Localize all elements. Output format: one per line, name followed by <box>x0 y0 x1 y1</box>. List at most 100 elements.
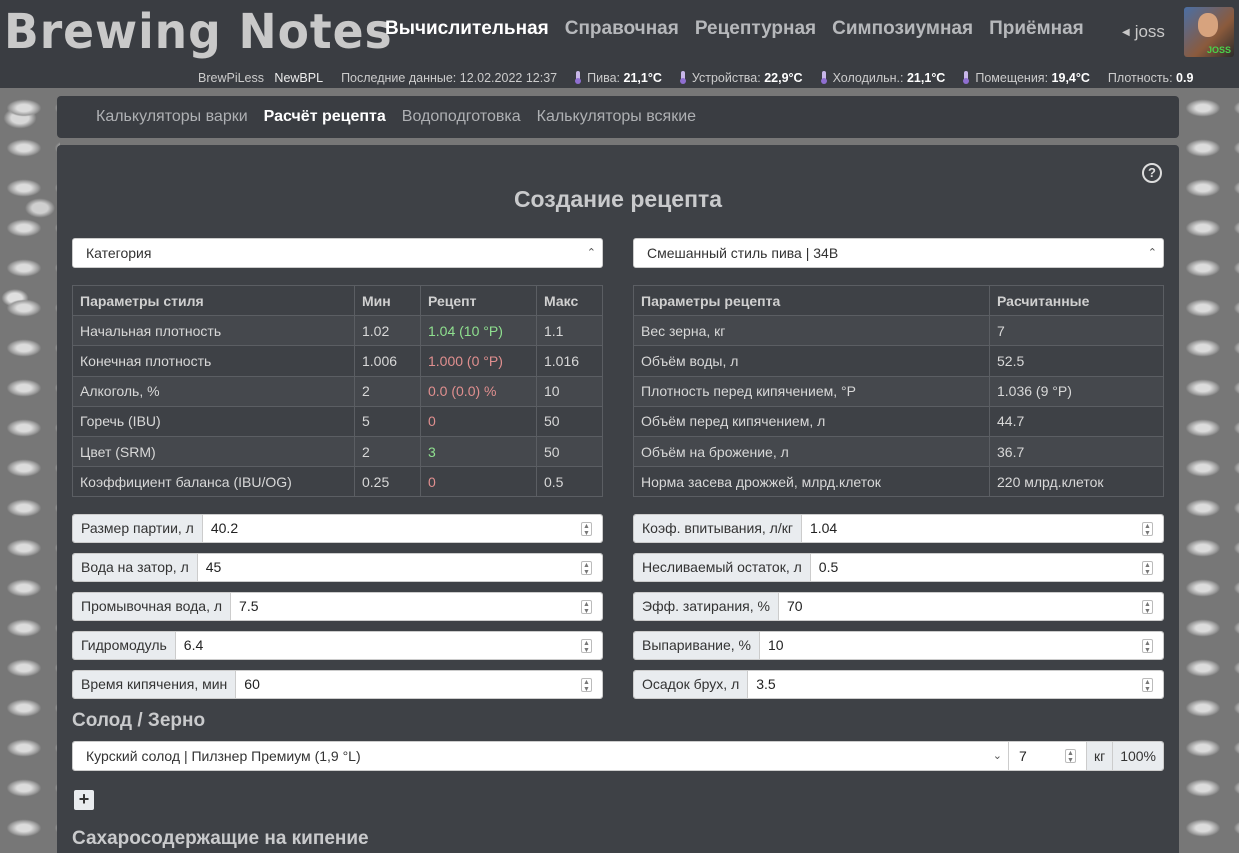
number-input[interactable]: 70 ▲ ▼ <box>778 593 1163 620</box>
table-row: Объём на брожение, л 36.7 <box>633 435 1164 468</box>
table-cell: 0.5 <box>536 466 603 498</box>
tab-recipe-calc[interactable]: Расчёт рецепта <box>264 108 386 126</box>
user-menu[interactable]: ◀ joss <box>1122 22 1165 42</box>
nav-item-compute[interactable]: Вычислительная <box>385 18 549 40</box>
avatar[interactable]: JOSS <box>1184 7 1234 57</box>
field-label: Вода на затор, л <box>73 554 198 581</box>
table-header-row: Параметры рецепта Расчитанные <box>633 284 1164 317</box>
number-input[interactable]: 1.04 ▲ ▼ <box>801 515 1163 542</box>
table-cell: Объём перед кипячением, л <box>633 405 990 437</box>
spinner-icon[interactable]: ▲ ▼ <box>581 639 592 654</box>
thermometer-icon <box>820 71 827 84</box>
number-input[interactable]: 7.5 ▲ ▼ <box>231 593 602 620</box>
spinner-icon[interactable]: ▲ ▼ <box>1064 749 1076 764</box>
table-cell: 1.016 <box>536 345 603 377</box>
number-input[interactable]: 3.5 ▲ ▼ <box>748 671 1163 698</box>
table-row: Алкоголь, % 2 0.0 (0.0) % 10 <box>72 375 603 407</box>
col-header: Параметры рецепта <box>633 284 990 317</box>
table-cell: Конечная плотность <box>72 345 355 377</box>
table-cell: 50 <box>536 435 603 468</box>
table-cell: 1.000 (0 °P) <box>420 345 537 377</box>
add-grain-button[interactable]: + <box>74 790 94 810</box>
table-cell: 1.04 (10 °P) <box>420 315 537 347</box>
number-input[interactable]: 0.5 ▲ ▼ <box>810 554 1163 581</box>
col-header: Расчитанные <box>989 284 1164 317</box>
grain-quantity-input[interactable]: 7 ▲ ▼ <box>1008 742 1087 770</box>
number-input[interactable]: 6.4 ▲ ▼ <box>175 632 602 659</box>
grain-percent: 100% <box>1113 742 1163 770</box>
spinner-icon[interactable]: ▲ ▼ <box>1142 600 1153 615</box>
status-device-temp: Устройства: 22,9°C <box>679 71 803 85</box>
table-cell: Начальная плотность <box>72 315 355 347</box>
help-icon[interactable]: ? <box>1142 163 1162 183</box>
spinner-icon[interactable]: ▲ ▼ <box>1142 561 1153 576</box>
table-row: Начальная плотность 1.02 1.04 (10 °P) 1.1 <box>72 315 603 347</box>
number-input[interactable]: 60 ▲ ▼ <box>236 671 602 698</box>
status-device: BrewPiLess NewBPL <box>198 71 324 85</box>
nav-item-reception[interactable]: Приёмная <box>989 18 1084 40</box>
table-cell: 52.5 <box>989 345 1164 377</box>
table-cell: 36.7 <box>989 435 1164 468</box>
table-row: Объём перед кипячением, л 44.7 <box>633 405 1164 437</box>
chevron-updown-icon: ⌃ <box>1147 247 1157 259</box>
table-row: Горечь (IBU) 5 0 50 <box>72 405 603 437</box>
spinner-icon[interactable]: ▲ ▼ <box>1142 639 1153 654</box>
table-cell: 1.036 (9 °P) <box>989 375 1164 407</box>
tab-misc-calculators[interactable]: Калькуляторы всякие <box>537 108 696 126</box>
table-row: Цвет (SRM) 2 3 50 <box>72 435 603 468</box>
caret-left-icon: ◀ <box>1122 27 1130 38</box>
status-gravity: Плотность: 0.9 <box>1107 71 1194 85</box>
avatar-face <box>1198 13 1218 37</box>
table-cell: 0 <box>420 466 537 498</box>
table-cell: 0.25 <box>354 466 421 498</box>
chevron-down-icon: ⌄ <box>992 750 1002 762</box>
number-input[interactable]: 40.2 ▲ ▼ <box>202 515 602 542</box>
table-cell: 1.006 <box>354 345 421 377</box>
recipe-params-table: Параметры рецепта Расчитанные Вес зерна,… <box>633 284 1164 498</box>
field-label: Гидромодуль <box>73 632 176 659</box>
field-label: Несливаемый остаток, л <box>634 554 811 581</box>
col-header: Рецепт <box>420 284 537 317</box>
number-field: Осадок брух, л 3.5 ▲ ▼ <box>633 670 1164 699</box>
avatar-tag: JOSS <box>1206 45 1231 55</box>
table-row: Коэффициент баланса (IBU/OG) 0.25 0 0.5 <box>72 466 603 498</box>
style-select[interactable]: Смешанный стиль пива | 34B ⌃ <box>633 238 1164 268</box>
nav-item-reference[interactable]: Справочная <box>565 18 679 40</box>
category-select[interactable]: Категория ⌃ <box>72 238 603 268</box>
field-label: Промывочная вода, л <box>73 593 232 620</box>
user-name: joss <box>1134 22 1165 41</box>
top-navbar: Brewing Notes Вычислительная Справочная … <box>0 0 1239 88</box>
tab-water-treatment[interactable]: Водоподготовка <box>402 108 521 126</box>
spinner-icon[interactable]: ▲ ▼ <box>1142 678 1153 693</box>
spinner-icon[interactable]: ▲ ▼ <box>581 561 592 576</box>
app-logo[interactable]: Brewing Notes <box>4 4 393 60</box>
col-header: Макс <box>536 284 603 317</box>
number-input[interactable]: 45 ▲ ▼ <box>197 554 602 581</box>
table-cell: 1.02 <box>354 315 421 347</box>
number-field: Время кипячения, мин 60 ▲ ▼ <box>72 670 603 699</box>
nav-item-symposium[interactable]: Симпозиумная <box>832 18 973 40</box>
spinner-icon[interactable]: ▲ ▼ <box>1142 522 1153 537</box>
field-label: Размер партии, л <box>73 515 203 542</box>
table-cell: Норма засева дрожжей, млрд.клеток <box>633 466 990 498</box>
number-field: Гидромодуль 6.4 ▲ ▼ <box>72 631 603 660</box>
table-cell: Коэффициент баланса (IBU/OG) <box>72 466 355 498</box>
spinner-icon[interactable]: ▲ ▼ <box>581 678 592 693</box>
field-label: Эфф. затирания, % <box>634 593 779 620</box>
table-cell: 44.7 <box>989 405 1164 437</box>
nav-item-recipes[interactable]: Рецептурная <box>695 18 816 40</box>
grain-row: Курский солод | Пилзнер Премиум (1,9 °L)… <box>72 741 1164 771</box>
table-cell: 220 млрд.клеток <box>989 466 1164 498</box>
tab-brew-calculators[interactable]: Калькуляторы варки <box>96 108 248 126</box>
grain-select[interactable]: Курский солод | Пилзнер Премиум (1,9 °L)… <box>73 742 1009 770</box>
spinner-icon[interactable]: ▲ ▼ <box>581 600 592 615</box>
sub-nav: Калькуляторы варки Расчёт рецепта Водопо… <box>57 96 1179 138</box>
table-cell: 2 <box>354 375 421 407</box>
table-cell: 7 <box>989 315 1164 347</box>
spinner-icon[interactable]: ▲ ▼ <box>581 522 592 537</box>
table-row: Норма засева дрожжей, млрд.клеток 220 млр… <box>633 466 1164 498</box>
table-row: Конечная плотность 1.006 1.000 (0 °P) 1.016 <box>72 345 603 377</box>
number-field: Выпаривание, % 10 ▲ ▼ <box>633 631 1164 660</box>
number-input[interactable]: 10 ▲ ▼ <box>760 632 1163 659</box>
table-row: Объём воды, л 52.5 <box>633 345 1164 377</box>
